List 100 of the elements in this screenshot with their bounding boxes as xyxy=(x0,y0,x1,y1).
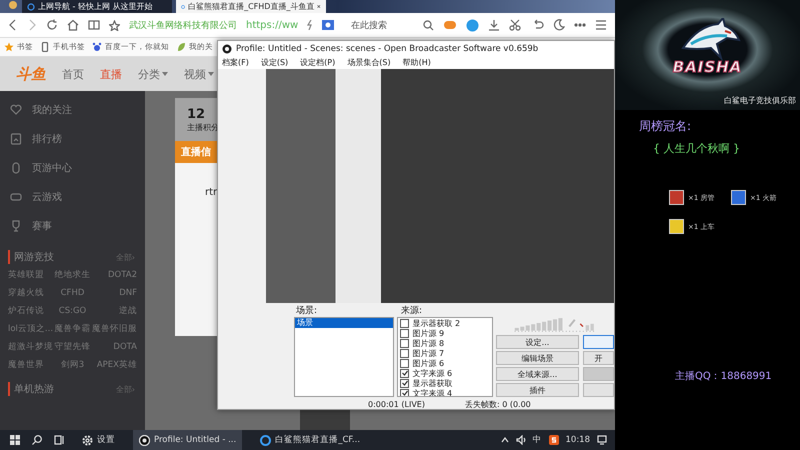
nav-link[interactable]: 直播 xyxy=(100,66,122,82)
checkbox[interactable] xyxy=(400,378,410,388)
notification-icon[interactable] xyxy=(597,435,607,445)
site-name: 武汉斗鱼网络科技有限公司 xyxy=(129,20,237,32)
contact-text: 主播QQ：18868991 xyxy=(675,370,773,383)
close-icon[interactable] xyxy=(317,3,321,10)
panel-button[interactable]: 设定... xyxy=(496,335,579,349)
panel-button[interactable]: 开 xyxy=(583,351,614,365)
game-link[interactable]: 剑网3 xyxy=(53,358,92,372)
game-link[interactable]: 魔兽怀旧服 xyxy=(92,322,137,336)
source-item[interactable]: 文字来源 6 xyxy=(412,368,452,378)
source-item[interactable]: 显示器获取 xyxy=(412,378,452,388)
tab-favicon-icon xyxy=(181,2,186,10)
taskbar-app[interactable]: 设置 xyxy=(76,430,121,450)
sidebar-item[interactable]: 赛事 xyxy=(0,211,145,240)
game-link[interactable]: 穿越火线 xyxy=(8,286,54,300)
chevron-up-icon[interactable] xyxy=(500,437,508,443)
browser-tab[interactable]: 白鲨熊猫君直播_CFHD直播_斗鱼直 xyxy=(176,0,326,13)
game-link[interactable]: DNF xyxy=(92,286,137,300)
windows-start-icon[interactable] xyxy=(10,435,20,445)
menu-item[interactable]: 档案(F) xyxy=(222,57,249,68)
panel-button[interactable] xyxy=(583,335,614,349)
speaker-icon[interactable] xyxy=(516,435,526,445)
game-link[interactable]: 绝地求生 xyxy=(53,268,92,282)
checkbox[interactable] xyxy=(400,338,410,348)
sidebar-item[interactable]: 页游中心 xyxy=(0,153,145,182)
taskbar-app[interactable]: Profile: Untitled - ... xyxy=(133,430,242,450)
phone-icon xyxy=(40,42,50,52)
home-icon[interactable] xyxy=(67,19,79,31)
more-icon[interactable] xyxy=(574,23,586,27)
game-link[interactable]: 魔兽争霸 xyxy=(53,322,92,336)
undo-icon[interactable] xyxy=(532,19,544,31)
source-item[interactable]: 图片源 7 xyxy=(412,348,444,358)
download-icon[interactable] xyxy=(488,19,500,31)
nav-link[interactable]: 首页 xyxy=(62,66,84,82)
nav-link[interactable]: 视频 xyxy=(184,66,214,82)
game-link[interactable]: 魔兽世界 xyxy=(8,358,54,372)
source-item[interactable]: 图片源 6 xyxy=(412,358,444,368)
browser-tab[interactable]: 上网导航 - 轻快上网 从这里开始 xyxy=(22,0,172,13)
game-link[interactable]: DOTA xyxy=(92,340,137,354)
game-link[interactable]: 守望先锋 xyxy=(53,340,92,354)
source-item[interactable]: 显示器获取 2 xyxy=(412,318,460,328)
game-link[interactable]: DOTA2 xyxy=(92,268,137,282)
source-item[interactable]: 图片源 8 xyxy=(412,338,444,348)
checkbox[interactable] xyxy=(400,318,410,328)
search-icon[interactable] xyxy=(423,20,434,30)
bolt-icon xyxy=(307,20,314,30)
menu-item[interactable]: 设定(S) xyxy=(260,57,288,68)
sidebar-item-label[interactable]: 排行榜 xyxy=(32,132,62,146)
menu-item[interactable]: 场景集合(S) xyxy=(347,57,391,68)
sidebar-item-label[interactable]: 页游中心 xyxy=(32,160,72,174)
sidebar-item-label[interactable]: 我的关注 xyxy=(32,102,72,116)
panel-button[interactable]: 编辑场景 xyxy=(496,351,579,365)
moon-icon[interactable] xyxy=(553,19,565,31)
scissors-icon[interactable] xyxy=(509,19,523,31)
taskbar-app[interactable]: 白鲨熊猫君直播_CF... xyxy=(254,430,366,450)
game-link[interactable]: lol云顶之... xyxy=(8,322,54,336)
game-link[interactable]: CS:GO xyxy=(53,304,92,318)
book-icon[interactable] xyxy=(88,19,100,31)
search-field[interactable]: 在此搜索 xyxy=(351,18,388,32)
checkbox[interactable] xyxy=(400,388,410,396)
scene-item[interactable]: 场景 xyxy=(295,318,394,328)
clock-time[interactable]: 10:18 xyxy=(566,435,590,445)
menu-item[interactable]: 帮助(H) xyxy=(402,57,431,68)
reload-icon[interactable] xyxy=(46,19,58,31)
sidebar-item-label[interactable]: 云游戏 xyxy=(32,190,62,204)
score-value: 12 xyxy=(187,106,206,122)
checkbox[interactable] xyxy=(400,368,410,378)
star-icon[interactable] xyxy=(109,20,120,30)
checkbox[interactable] xyxy=(400,328,410,338)
settings-icon xyxy=(82,434,93,446)
ime-indicator[interactable]: 中 xyxy=(532,434,542,446)
sidebar-item[interactable]: 我的关注 xyxy=(0,95,145,124)
back-icon[interactable] xyxy=(8,19,18,31)
caret-icon xyxy=(162,72,168,76)
game-link[interactable]: 超激斗梦境 xyxy=(8,340,54,354)
url-text[interactable]: https://ww xyxy=(246,20,298,30)
menu-icon[interactable] xyxy=(595,20,607,30)
window-title: Profile: Untitled - Scenes: scenes - Open Broadcaster Software v0.659b xyxy=(236,44,538,54)
game-link[interactable]: 逆战 xyxy=(92,304,137,318)
sidebar-item[interactable]: 排行榜 xyxy=(0,124,145,153)
input-method-icon[interactable] xyxy=(548,435,558,445)
section-title: 网游竞技 xyxy=(8,250,54,264)
game-link[interactable]: 英雄联盟 xyxy=(8,268,54,282)
panel-button[interactable]: 全域来源... xyxy=(496,367,579,381)
sidebar-item-label[interactable]: 赛事 xyxy=(32,218,52,232)
game-link[interactable]: 炉石传说 xyxy=(8,304,54,318)
game-link[interactable]: CFHD xyxy=(53,286,92,300)
checkbox[interactable] xyxy=(400,358,410,368)
game-link[interactable]: APEX英雄 xyxy=(92,358,137,372)
trophy-icon xyxy=(10,220,22,232)
nav-link[interactable]: 分类 xyxy=(138,66,168,82)
checkbox[interactable] xyxy=(400,348,410,358)
search-icon[interactable] xyxy=(32,435,42,445)
task-view-icon[interactable] xyxy=(54,435,64,445)
site-logo[interactable]: 斗鱼 xyxy=(16,64,46,84)
sidebar-item[interactable]: 云游戏 xyxy=(0,182,145,211)
panel-button[interactable]: 插件 xyxy=(496,383,579,397)
source-item[interactable]: 图片源 9 xyxy=(412,328,444,338)
menu-item[interactable]: 设定档(P) xyxy=(300,57,336,68)
